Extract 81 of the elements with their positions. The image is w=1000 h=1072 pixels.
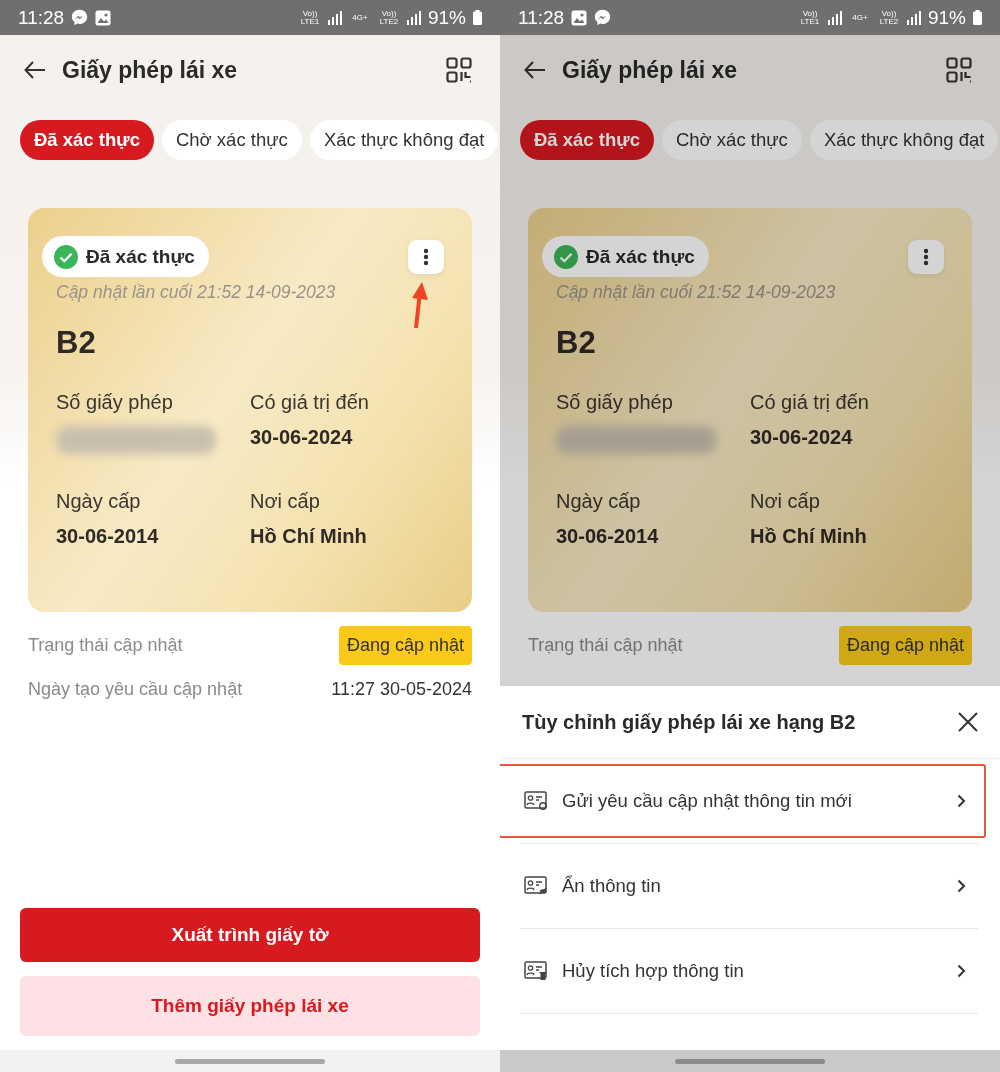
info-value: 11:27 30-05-2024 — [331, 679, 472, 700]
status-badge: Đang cập nhật — [838, 626, 972, 665]
field-label: Ngày cấp — [56, 490, 142, 513]
more-button[interactable] — [908, 240, 944, 274]
chevron-right-icon — [957, 964, 966, 978]
filter-tab[interactable]: Xác thực không đạt — [809, 120, 999, 160]
clock: 11:28 — [18, 6, 65, 29]
more-icon — [423, 248, 429, 266]
chevron-right-icon — [957, 879, 966, 893]
filter-tab[interactable]: Xác thực không đạt — [309, 120, 499, 160]
filter-tab[interactable]: Chờ xác thực — [661, 120, 802, 160]
page-title: Giấy phép lái xe — [62, 56, 239, 84]
clock: 11:28 — [518, 6, 565, 29]
last-updated-text: Cập nhật lần cuối 21:52 14-09-2023 — [56, 282, 337, 303]
network-label: 4G+ — [351, 13, 369, 22]
field-label: Số giấy phép — [56, 391, 174, 414]
back-button[interactable] — [24, 61, 46, 79]
last-updated-text: Cập nhật lần cuối 21:52 14-09-2023 — [556, 282, 837, 303]
status-badge: Đã xác thực — [42, 236, 209, 277]
menu-item-label: Ẩn thông tin — [562, 875, 662, 897]
license-class: B2 — [56, 325, 97, 361]
network-label: Vo)) LTE1 — [299, 9, 321, 26]
battery-icon — [473, 10, 482, 25]
field-label: Nơi cấp — [250, 490, 321, 513]
menu-item-label: Gửi yêu cầu cập nhật thông tin mới — [562, 790, 853, 812]
network-label: Vo)) LTE2 — [378, 9, 400, 26]
info-label: Trạng thái cập nhật — [28, 635, 183, 656]
back-arrow-icon — [24, 61, 46, 79]
info-label: Trạng thái cập nhật — [528, 635, 683, 656]
status-badge: Đang cập nhật — [338, 626, 472, 665]
signal-icon — [406, 10, 421, 25]
field-value: 30-06-2014 — [56, 525, 160, 548]
status-badge: Đã xác thực — [542, 236, 709, 277]
network-label: 4G+ — [851, 13, 869, 22]
back-arrow-icon — [524, 61, 546, 79]
id-card-icon — [524, 876, 548, 896]
add-button[interactable]: Thêm giấy phép lái xe — [20, 976, 480, 1036]
network-label: Vo)) LTE2 — [878, 9, 900, 26]
field-value: 30-06-2014 — [556, 525, 660, 548]
filter-tab[interactable]: Đã xác thực — [20, 120, 154, 160]
check-circle-icon — [554, 244, 578, 269]
license-class: B2 — [556, 325, 597, 361]
chevron-right-icon — [957, 794, 966, 808]
present-button[interactable]: Xuất trình giấy tờ — [20, 908, 480, 962]
field-label: Có giá trị đến — [250, 391, 370, 414]
field-label: Có giá trị đến — [750, 391, 870, 414]
field-label: Ngày cấp — [556, 490, 642, 513]
filter-tab[interactable]: Đã xác thực — [520, 120, 654, 160]
battery-level: 91% — [927, 6, 966, 29]
field-label: Nơi cấp — [750, 490, 821, 513]
field-value: Hồ Chí Minh — [750, 525, 868, 548]
field-value: Hồ Chí Minh — [250, 525, 368, 548]
field-label: Số giấy phép — [556, 391, 674, 414]
more-icon — [923, 248, 929, 266]
menu-item[interactable]: Gửi yêu cầu cập nhật thông tin mới — [500, 764, 986, 838]
menu-item[interactable]: Ẩn thông tin — [500, 849, 986, 923]
id-card-icon — [524, 791, 548, 811]
close-button[interactable] — [958, 712, 978, 732]
back-button[interactable] — [524, 61, 546, 79]
id-card-icon — [524, 961, 548, 981]
qr-code-icon — [446, 57, 472, 83]
battery-icon — [973, 10, 982, 25]
filter-tab[interactable]: Chờ xác thực — [161, 120, 302, 160]
info-label: Ngày tạo yêu cầu cập nhật — [28, 679, 243, 700]
more-button[interactable] — [408, 240, 444, 274]
field-value: 30-06-2024 — [250, 426, 354, 449]
signal-icon — [827, 10, 842, 25]
signal-icon — [327, 10, 342, 25]
network-label: Vo)) LTE1 — [799, 9, 821, 26]
signal-icon — [906, 10, 921, 25]
field-value: 30-06-2024 — [750, 426, 854, 449]
check-circle-icon — [54, 244, 78, 269]
qr-code-icon — [946, 57, 972, 83]
menu-item-label: Hủy tích hợp thông tin — [562, 960, 745, 982]
page-title: Giấy phép lái xe — [562, 56, 739, 84]
qr-code-button[interactable] — [446, 57, 472, 83]
close-icon — [958, 712, 978, 732]
menu-item[interactable]: Hủy tích hợp thông tin — [500, 934, 986, 1008]
qr-code-button[interactable] — [946, 57, 972, 83]
sheet-title: Tùy chỉnh giấy phép lái xe hạng B2 — [522, 710, 856, 734]
battery-level: 91% — [427, 6, 466, 29]
